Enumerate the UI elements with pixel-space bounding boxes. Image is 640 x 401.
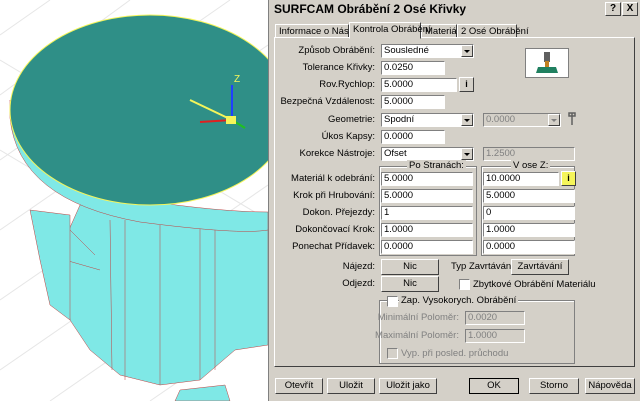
- machining-dialog: SURFCAM Obrábění 2 Osé Křivky ? X Inform…: [268, 0, 640, 401]
- approach-label: Nájezd:: [342, 261, 375, 272]
- cut-method-label: Způsob Obrábění:: [298, 45, 375, 56]
- approach-button[interactable]: Nic: [381, 259, 439, 275]
- tolerance-label: Tolerance Křivky:: [302, 62, 375, 73]
- tab-panel: Způsob Obrábění: Sousledné Tolerance Kři…: [274, 37, 635, 367]
- open-button[interactable]: Otevřít: [275, 378, 323, 394]
- cut-method-value: Sousledné: [384, 45, 429, 56]
- min-radius-label: Minimální Poloměr:: [377, 312, 459, 323]
- chevron-down-icon: [548, 114, 560, 126]
- part-model: Z: [0, 0, 268, 401]
- high-speed-checkbox[interactable]: [387, 296, 398, 307]
- stock-side-input[interactable]: 5.0000: [381, 172, 473, 186]
- tool-comp-offset-field: 1.2500: [483, 147, 575, 161]
- leave-stock-side-input[interactable]: 0.0000: [381, 240, 473, 254]
- rapid-plane-info-button[interactable]: i: [459, 77, 474, 92]
- stock-z-info-button[interactable]: i: [561, 171, 576, 186]
- chevron-down-icon[interactable]: [461, 114, 473, 126]
- rapid-plane-label: Rov.Rychlop:: [319, 79, 375, 90]
- chevron-down-icon[interactable]: [461, 45, 473, 57]
- stock-z-input[interactable]: 10.0000: [483, 172, 559, 186]
- finish-passes-z-input[interactable]: 0: [483, 206, 575, 220]
- cancel-button[interactable]: Storno: [529, 378, 579, 394]
- geometry-dropdown[interactable]: Spodní: [381, 113, 474, 127]
- tool-comp-value: Ofset: [384, 148, 407, 159]
- tab-2axis[interactable]: 2 Osé Obrábění: [457, 24, 529, 38]
- rough-step-z-input[interactable]: 5.0000: [483, 189, 575, 203]
- side-column-title: Po Stranách:: [407, 160, 466, 171]
- plunge-type-button[interactable]: Zavrtávání: [511, 259, 569, 275]
- info-icon: i: [465, 79, 468, 89]
- geometry-offset-value: 0.0000: [486, 114, 516, 125]
- retract-button[interactable]: Nic: [381, 276, 439, 292]
- button-bar: Otevřít Uložit Uložit jako OK Storno Náp…: [269, 375, 640, 401]
- retract-label: Odjezd:: [342, 278, 375, 289]
- title-bar: SURFCAM Obrábění 2 Osé Křivky ? X: [269, 0, 640, 19]
- leave-stock-z-input[interactable]: 0.0000: [483, 240, 575, 254]
- save-button[interactable]: Uložit: [327, 378, 375, 394]
- min-radius-input: 0.0020: [465, 311, 525, 325]
- wrench-icon: [565, 111, 579, 127]
- geometry-label: Geometrie:: [328, 114, 375, 125]
- safe-distance-label: Bezpečná Vzdálenost:: [280, 96, 375, 107]
- part-body: [44, 204, 268, 401]
- save-as-button[interactable]: Uložit jako: [379, 378, 437, 394]
- last-pass-off-checkbox: [387, 348, 398, 359]
- tab-machining-control[interactable]: Kontrola Obrábění: [349, 22, 431, 39]
- max-radius-input: 1.0000: [465, 329, 525, 343]
- leave-stock-label: Ponechat Přídavek:: [292, 241, 375, 252]
- cut-method-dropdown[interactable]: Sousledné: [381, 44, 474, 58]
- finish-step-side-input[interactable]: 1.0000: [381, 223, 473, 237]
- finish-passes-label: Dokon. Přejezdy:: [302, 207, 375, 218]
- help-button[interactable]: ?: [605, 2, 621, 16]
- help-text-button[interactable]: Nápověda: [585, 378, 635, 394]
- safe-distance-input[interactable]: 5.0000: [381, 95, 445, 109]
- rest-machining-label: Zbytkové Obrábění Materiálu: [473, 279, 596, 290]
- last-pass-off-label: Vyp. při posled. průchodu: [401, 348, 509, 359]
- geometry-value: Spodní: [384, 114, 415, 125]
- draft-angle-input[interactable]: 0.0000: [381, 130, 445, 144]
- tool-preview-icon: [525, 48, 569, 78]
- finish-step-label: Dokončovací Krok:: [295, 224, 375, 235]
- info-icon: i: [567, 173, 570, 183]
- high-speed-title: Zap. Vysokorych. Obrábění: [399, 295, 519, 306]
- rest-machining-checkbox[interactable]: [459, 279, 470, 290]
- geometry-offset-field: 0.0000: [483, 113, 561, 127]
- rapid-plane-input[interactable]: 5.0000: [381, 78, 457, 92]
- rough-step-label: Krok při Hrubování:: [293, 190, 375, 201]
- close-button[interactable]: X: [622, 2, 638, 16]
- chevron-down-icon[interactable]: [461, 148, 473, 160]
- dialog-title: SURFCAM Obrábění 2 Osé Křivky: [274, 2, 467, 16]
- plunge-type-label: Typ Zavrtávání:: [451, 261, 517, 272]
- axis-z-label: Z: [234, 74, 240, 85]
- finish-step-z-input[interactable]: 1.0000: [483, 223, 575, 237]
- tool-comp-dropdown[interactable]: Ofset: [381, 147, 474, 161]
- ok-button[interactable]: OK: [469, 378, 519, 394]
- rough-step-side-input[interactable]: 5.0000: [381, 189, 473, 203]
- cad-viewport[interactable]: Z: [0, 0, 268, 401]
- tab-tool-info[interactable]: Informace o Nástroji: [275, 24, 364, 38]
- tool-comp-label: Korekce Nástroje:: [299, 148, 375, 159]
- draft-angle-label: Úkos Kapsy:: [321, 131, 375, 142]
- finish-passes-side-input[interactable]: 1: [381, 206, 473, 220]
- max-radius-label: Maximální Poloměr:: [375, 330, 459, 341]
- stock-label: Materiál k odebrání:: [291, 173, 375, 184]
- z-column-title: V ose Z:: [511, 160, 551, 171]
- tolerance-input[interactable]: 0.0250: [381, 61, 445, 75]
